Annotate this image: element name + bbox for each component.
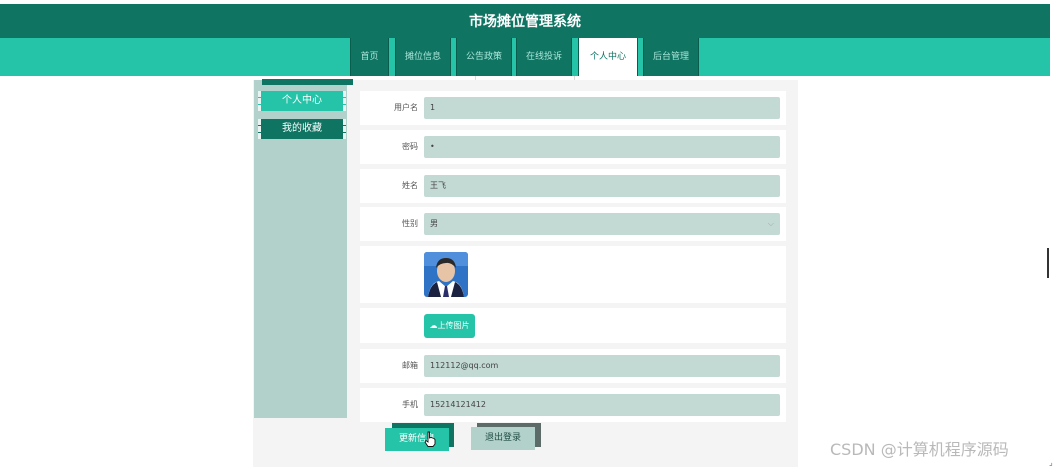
email-field[interactable]: 112112@qq.com	[424, 355, 780, 377]
gender-select[interactable]: 男 ⌵	[424, 213, 780, 235]
nav-stall-info[interactable]: 摊位信息	[395, 38, 451, 76]
update-info-button[interactable]: 更新信息	[385, 428, 449, 451]
logout-button[interactable]: 退出登录	[471, 427, 535, 450]
gender-value: 男	[430, 219, 438, 228]
resize-grip-icon: ⌟	[1049, 458, 1053, 467]
password-field[interactable]: •	[424, 136, 780, 158]
phone-label: 手机	[402, 400, 418, 409]
nav-home[interactable]: 首页	[350, 38, 389, 76]
watermark: CSDN @计算机程序源码	[830, 440, 1009, 459]
scroll-indicator[interactable]	[1047, 248, 1049, 278]
upload-button-label: 上传图片	[437, 321, 470, 330]
phone-field[interactable]: 15214121412	[424, 394, 780, 416]
password-row: 密码 •	[360, 130, 786, 164]
password-label: 密码	[402, 142, 418, 151]
window-edge	[1050, 0, 1056, 467]
gender-row: 性别 男 ⌵	[360, 207, 786, 241]
hand-pointer-icon	[424, 431, 436, 451]
username-field[interactable]: 1	[424, 97, 780, 119]
sidebar-item-personal-center[interactable]: 个人中心	[258, 91, 346, 111]
sidebar-cap	[262, 79, 353, 85]
email-label: 邮箱	[402, 361, 418, 370]
name-label: 姓名	[402, 181, 418, 190]
nav-online-complaint[interactable]: 在线投诉	[516, 38, 572, 76]
app-title-bar: 市场摊位管理系统	[0, 4, 1050, 38]
name-row: 姓名 王飞	[360, 169, 786, 203]
nav-notice-policy[interactable]: 公告政策	[456, 38, 512, 76]
name-field[interactable]: 王飞	[424, 175, 780, 197]
cloud-upload-icon: ☁	[429, 321, 438, 330]
nav-personal-center[interactable]: 个人中心	[578, 38, 638, 76]
phone-row: 手机 15214121412	[360, 388, 786, 422]
sidebar-item-favorites[interactable]: 我的收藏	[258, 119, 346, 139]
email-row: 邮箱 112112@qq.com	[360, 349, 786, 383]
username-row: 用户名 1	[360, 91, 786, 125]
upload-image-button[interactable]: ☁上传图片	[424, 314, 475, 338]
username-label: 用户名	[394, 103, 418, 112]
main-nav: 首页 摊位信息 公告政策 在线投诉 个人中心 后台管理	[0, 38, 1050, 76]
app-title: 市场摊位管理系统	[469, 14, 581, 30]
nav-admin[interactable]: 后台管理	[643, 38, 699, 76]
gender-label: 性别	[402, 219, 418, 228]
avatar-image	[424, 252, 468, 297]
chevron-down-icon: ⌵	[767, 219, 774, 228]
